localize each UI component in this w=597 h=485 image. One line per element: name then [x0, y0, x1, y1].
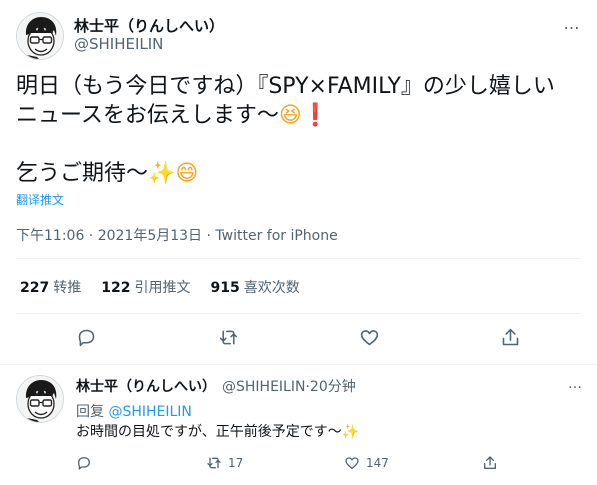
replying-to-handle-link[interactable]: @SHIHEILIN — [108, 404, 191, 420]
reply-timestamp[interactable]: 20分钟 — [310, 379, 356, 395]
tweet-text-line2: ニュースをお伝えします〜 — [16, 103, 279, 128]
retweet-count: 227 — [20, 280, 50, 296]
sparkles-emoji-icon: ✨ — [341, 424, 360, 440]
reply-tweet[interactable]: 林士平（りんしへい） @SHIHEILIN·20分钟 … 回复 @SHIHEILI… — [0, 366, 597, 485]
translate-tweet-link[interactable]: 翻译推文 — [16, 191, 64, 208]
like-count: 915 — [210, 280, 240, 296]
tweet-actions — [0, 320, 597, 354]
replying-to-prefix: 回复 — [76, 404, 104, 420]
author-name[interactable]: 林士平（りんしへい） — [74, 15, 224, 36]
retweet-icon — [207, 457, 221, 469]
reply-retweet-button[interactable]: 17 — [206, 451, 243, 475]
tweet-text-line1: 明日（もう今日ですね）『SPY×FAMILY』の少し嬉しい — [16, 74, 555, 99]
quote-stat[interactable]: 122 引用推文 — [101, 277, 190, 297]
avatar[interactable] — [16, 12, 64, 60]
avatar-illustration — [17, 13, 63, 59]
retweet-icon — [219, 330, 237, 344]
heart-icon — [360, 329, 378, 345]
reply-icon — [78, 457, 90, 470]
quote-count: 122 — [101, 280, 131, 296]
retweet-stat[interactable]: 227 转推 — [20, 277, 81, 297]
engagement-stats: 227 转推 122 引用推文 915 喜欢次数 — [20, 277, 300, 297]
retweet-button[interactable] — [213, 322, 243, 352]
share-icon — [484, 456, 496, 469]
exclamation-emoji-icon: ❗ — [301, 103, 330, 128]
quote-label: 引用推文 — [134, 280, 191, 296]
share-button[interactable] — [495, 322, 525, 352]
laughing-emoji-icon: 😆 — [278, 103, 302, 128]
share-icon — [502, 328, 518, 345]
reply-icon — [78, 329, 94, 346]
heart-icon — [345, 457, 359, 469]
tweet-text-line3: 乞うご期待〜 — [16, 161, 149, 186]
retweet-label: 转推 — [53, 280, 82, 296]
divider — [16, 258, 581, 259]
avatar[interactable] — [16, 375, 64, 423]
reply-text-body: お時間の目処ですが、正午前後予定です〜 — [76, 424, 342, 440]
reply-like-button[interactable]: 147 — [344, 451, 389, 475]
reply-like-count: 147 — [366, 456, 389, 470]
more-options-icon[interactable]: … — [568, 376, 583, 392]
tweet-timestamp[interactable]: 下午11:06 · 2021年5月13日 · Twitter for iPhon… — [16, 225, 338, 245]
like-stat[interactable]: 915 喜欢次数 — [210, 277, 299, 297]
grinning-emoji-icon: 😄 — [175, 161, 199, 186]
sparkles-emoji-icon: ✨ — [148, 161, 176, 186]
more-options-icon[interactable]: … — [561, 12, 583, 34]
reply-header: 林士平（りんしへい） @SHIHEILIN·20分钟 — [76, 376, 356, 396]
like-button[interactable] — [354, 322, 384, 352]
more-options-glyph: … — [563, 13, 581, 33]
avatar-illustration — [17, 376, 63, 422]
tweet-text: 明日（もう今日ですね）『SPY×FAMILY』の少し嬉しい ニュースをお伝えしま… — [16, 72, 586, 188]
reply-button[interactable] — [71, 322, 101, 352]
like-label: 喜欢次数 — [243, 280, 300, 296]
divider — [16, 313, 581, 314]
reply-reply-button[interactable] — [76, 451, 92, 475]
replying-to: 回复 @SHIHEILIN — [76, 401, 192, 421]
main-tweet: 林士平（りんしへい） @SHIHEILIN … 明日（もう今日ですね）『SPY×… — [0, 0, 597, 365]
reply-share-button[interactable] — [482, 451, 498, 475]
more-options-glyph: … — [568, 376, 583, 392]
reply-actions: 17 147 — [70, 451, 590, 475]
reply-author-handle[interactable]: @SHIHEILIN — [222, 379, 305, 395]
reply-retweet-count: 17 — [228, 456, 244, 470]
reply-author-name[interactable]: 林士平（りんしへい） — [76, 379, 216, 395]
reply-text: お時間の目処ですが、正午前後予定です〜✨ — [76, 421, 359, 441]
author-handle[interactable]: @SHIHEILIN — [74, 35, 163, 53]
